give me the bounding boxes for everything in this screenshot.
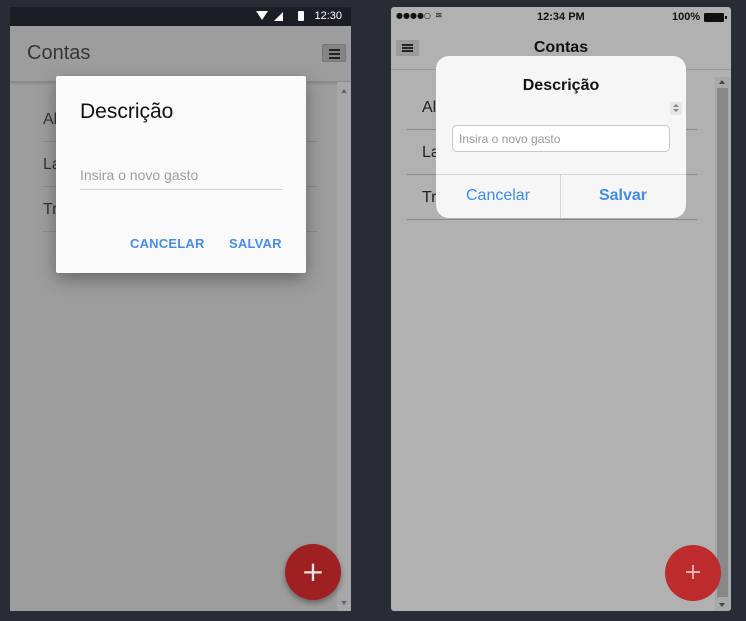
scroll-down-arrow-icon[interactable] (341, 601, 347, 605)
page-title: Contas (533, 39, 589, 56)
battery-icon (298, 11, 304, 21)
scroll-down-arrow-icon[interactable] (719, 603, 725, 607)
battery-icon (704, 13, 727, 22)
plus-icon: + (683, 560, 703, 585)
android-status-bar: 12:30 (10, 7, 351, 26)
add-button[interactable]: + (285, 544, 341, 600)
app-bar: Contas (10, 26, 351, 82)
page-title: Contas (27, 42, 91, 64)
cancel-button[interactable]: Cancelar (436, 174, 560, 218)
cancel-button[interactable]: CANCELAR (130, 236, 205, 251)
status-time: 12:30 (314, 10, 342, 22)
android-screen: 12:30 Contas Al La Tr + Descrição CANCEL… (10, 7, 351, 611)
save-button[interactable]: SALVAR (229, 236, 282, 251)
scrollbar-thumb[interactable] (717, 88, 728, 597)
scrollbar[interactable] (715, 77, 731, 611)
signal-icon (274, 12, 283, 21)
hamburger-menu-icon[interactable] (322, 44, 346, 62)
signal-dots-icon: ●●●●○ (396, 11, 431, 20)
plus-icon: + (301, 555, 325, 588)
save-button[interactable]: Salvar (561, 174, 685, 218)
stepper-arrows-icon[interactable] (670, 102, 682, 115)
status-time: 12:34 PM (537, 11, 585, 23)
scroll-up-arrow-icon[interactable] (341, 89, 347, 93)
add-button[interactable]: + (665, 545, 721, 601)
dialog-title: Descrição (522, 77, 600, 94)
ios-status-bar: ●●●●○ ≋ 12:34 PM 100% (391, 7, 731, 27)
description-dialog: Descrição Cancelar Salvar (436, 56, 686, 218)
wifi-icon (256, 11, 268, 20)
description-dialog: Descrição CANCELAR SALVAR (56, 76, 306, 273)
ios-screen: ●●●●○ ≋ 12:34 PM 100% Contas Al La Tr + … (391, 7, 731, 611)
wifi-icon: ≋ (435, 11, 443, 21)
battery-percent: 100% (672, 11, 701, 23)
expense-input[interactable] (80, 160, 283, 190)
scrollbar[interactable] (337, 82, 351, 611)
dialog-title: Descrição (80, 100, 174, 123)
expense-input[interactable] (452, 125, 670, 152)
scroll-up-arrow-icon[interactable] (719, 80, 725, 84)
